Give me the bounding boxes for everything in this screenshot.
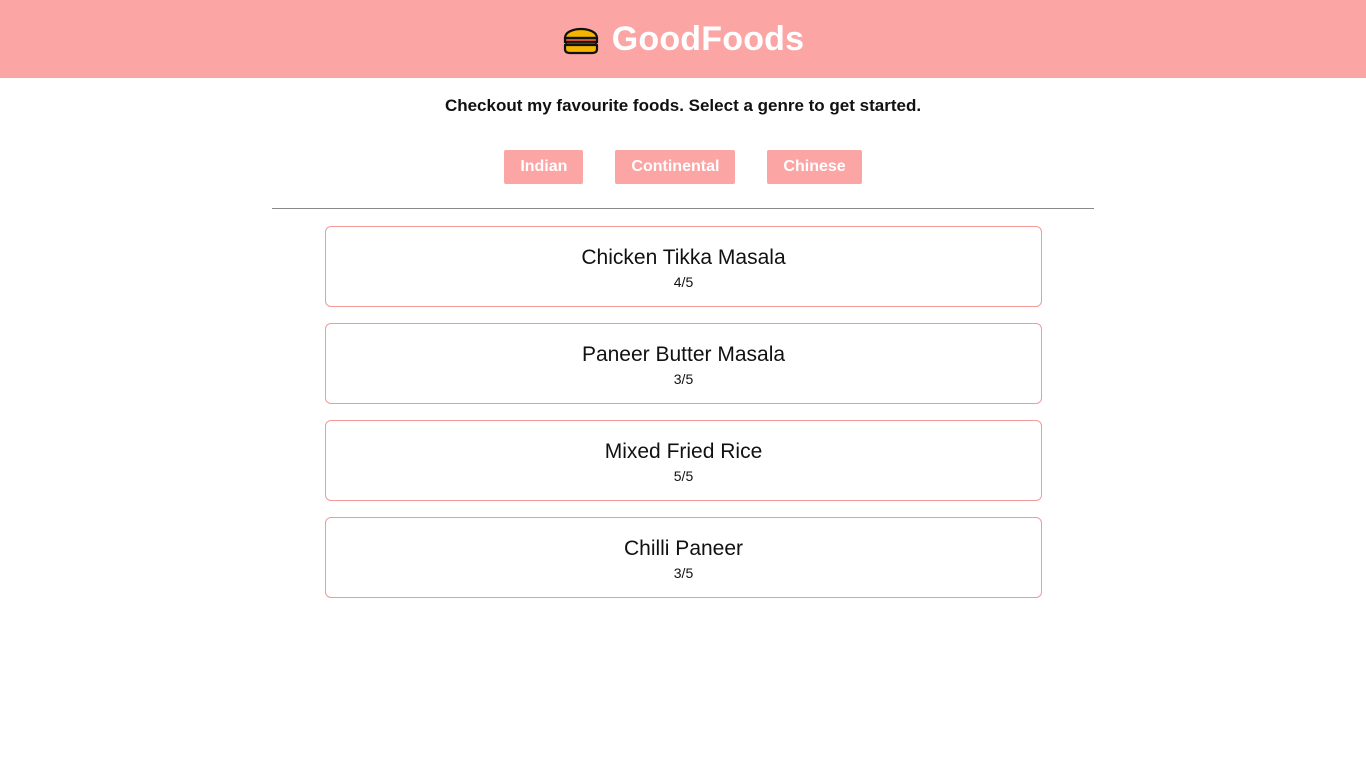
food-name: Chicken Tikka Masala [581, 246, 786, 269]
tagline: Checkout my favourite foods. Select a ge… [444, 96, 922, 115]
food-card: Chicken Tikka Masala 4/5 [325, 226, 1042, 307]
genre-button-chinese[interactable]: Chinese [767, 150, 862, 184]
genre-button-indian[interactable]: Indian [504, 150, 584, 184]
genre-selector: Indian Continental Chinese [0, 150, 1366, 184]
food-name: Chilli Paneer [623, 537, 744, 560]
food-name: Paneer Butter Masala [581, 343, 786, 366]
food-card: Chilli Paneer 3/5 [325, 517, 1042, 598]
app-header: GoodFoods [0, 0, 1366, 78]
food-rating: 3/5 [673, 565, 694, 581]
food-rating: 4/5 [673, 274, 694, 290]
app-title: GoodFoods [611, 19, 805, 58]
food-name: Mixed Fried Rice [604, 440, 763, 463]
burger-icon [563, 27, 598, 55]
food-rating: 3/5 [673, 371, 694, 387]
food-rating: 5/5 [673, 468, 694, 484]
food-card: Mixed Fried Rice 5/5 [325, 420, 1042, 501]
food-list: Chicken Tikka Masala 4/5 Paneer Butter M… [325, 226, 1042, 614]
brand: GoodFoods [562, 20, 805, 59]
divider [272, 208, 1094, 209]
genre-button-continental[interactable]: Continental [615, 150, 736, 184]
food-card: Paneer Butter Masala 3/5 [325, 323, 1042, 404]
